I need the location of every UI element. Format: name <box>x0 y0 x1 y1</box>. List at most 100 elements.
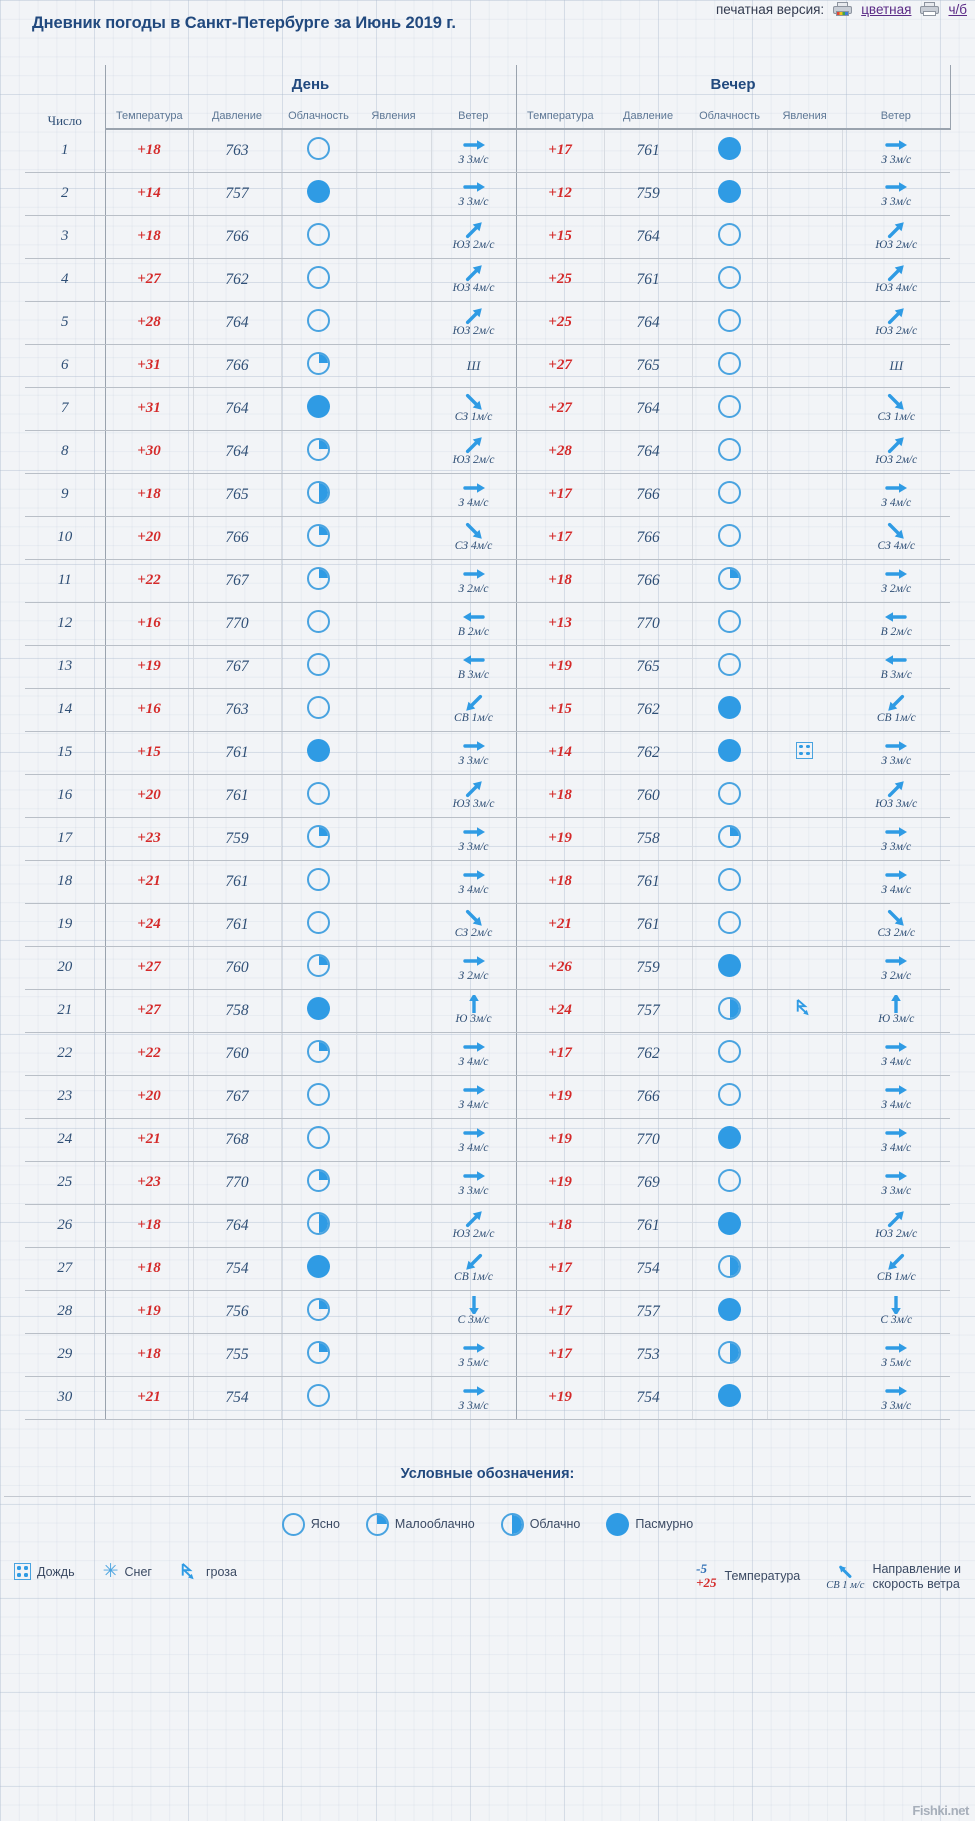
evening-cloud-clear-icon <box>718 523 742 547</box>
evening-temperature-cell: +17 <box>515 1333 605 1377</box>
wind-speed-label: ЮЗ 2м/с <box>452 454 495 467</box>
day-phenomena-cell <box>356 731 432 775</box>
day-phenomena-cell <box>356 817 432 861</box>
day-phenomena-cell <box>356 1247 432 1291</box>
day-temperature-cell: +21 <box>105 1118 194 1162</box>
day-temperature-cell: +27 <box>105 946 194 990</box>
evening-wind-cell: ЮЗ 2м/с <box>842 1204 951 1248</box>
evening-temperature-cell: +28 <box>515 430 605 474</box>
day-wind-cell: З 4м/с <box>431 1118 517 1162</box>
evening-cloudiness-cell <box>692 559 768 603</box>
day-cloudiness-cell <box>281 1032 357 1076</box>
day-cloudiness-cell <box>281 1290 357 1334</box>
print-color-link[interactable]: цветная <box>861 2 911 17</box>
day-phenomena-cell <box>356 172 432 216</box>
wind-speed-label: СВ 1м/с <box>876 1271 916 1284</box>
day-pressure-cell: 756 <box>193 1290 282 1334</box>
wind-speed-label: ЮЗ 4м/с <box>452 282 495 295</box>
wind-direction-arrow-icon <box>885 1128 908 1139</box>
day-cloud-clear-icon <box>307 695 330 719</box>
table-row: 25 +23 770 З 3м/с +19 769 З 3м/с <box>25 1161 951 1205</box>
table-row: 12 +16 770 В 2м/с +13 770 В 2м/с <box>25 602 951 646</box>
evening-pressure-cell: 753 <box>604 1333 693 1377</box>
evening-wind-cell: СВ 1м/с <box>842 1247 951 1291</box>
day-number-cell: 5 <box>25 301 106 345</box>
day-temperature-cell: +24 <box>105 903 194 947</box>
evening-phenomena-cell <box>767 989 843 1033</box>
evening-cloudiness-cell <box>692 344 768 388</box>
wind-direction-arrow-icon <box>888 695 905 712</box>
legend-symbols-row: Дождь ✳ Снег гроза -5 +25 Температура СВ… <box>4 1561 971 1593</box>
legend-item-overcast: Пасмурно <box>606 1512 693 1536</box>
evening-temperature-cell: +17 <box>515 516 605 560</box>
day-wind-cell: З 3м/с <box>431 129 517 173</box>
wind-direction-arrow-icon <box>885 569 908 580</box>
wind-cell-content: ЮЗ 2м/с <box>432 436 516 467</box>
wind-direction-arrow-icon <box>462 483 485 494</box>
wind-cell-content: СЗ 1м/с <box>432 393 516 424</box>
legend-label-snow: Снег <box>124 1564 152 1579</box>
day-number-cell: 4 <box>25 258 106 302</box>
evening-phenomena-cell <box>767 946 843 990</box>
evening-pressure-cell: 764 <box>604 301 693 345</box>
wind-cell-content: ЮЗ 2м/с <box>843 436 951 467</box>
evening-phenomena-cell <box>767 645 843 689</box>
wind-cell-content: СЗ 1м/с <box>843 393 951 424</box>
evening-pressure-cell: 766 <box>604 473 693 517</box>
print-bw-link[interactable]: ч/б <box>948 2 967 17</box>
wind-direction-arrow-icon <box>465 695 482 712</box>
wind-direction-arrow-icon <box>885 870 908 881</box>
day-wind-cell: З 4м/с <box>431 1032 517 1076</box>
evening-cloud-clear-icon <box>718 265 742 289</box>
evening-cloud-overcast-icon <box>718 1383 742 1407</box>
evening-phenomena-cell <box>767 559 843 603</box>
day-wind-cell: З 3м/с <box>431 172 517 216</box>
wind-cell-content: З 4м/с <box>432 1124 516 1155</box>
wind-cell-content: ЮЗ 2м/с <box>432 1210 516 1241</box>
evening-wind-cell: ЮЗ 2м/с <box>842 215 951 259</box>
day-number-cell: 2 <box>25 172 106 216</box>
day-number-cell: 24 <box>25 1118 106 1162</box>
wind-cell-content: З 3м/с <box>432 178 516 209</box>
wind-speed-label: В 2м/с <box>457 626 490 639</box>
day-phenomena-cell <box>356 1118 432 1162</box>
wind-speed-label: ЮЗ 3м/с <box>875 798 918 811</box>
day-temperature-cell: +31 <box>105 344 194 388</box>
wind-speed-label: ЮЗ 2м/с <box>452 1228 495 1241</box>
day-number-cell: 17 <box>25 817 106 861</box>
day-number-cell: 16 <box>25 774 106 818</box>
wind-cell-content: С 3м/с <box>432 1296 516 1327</box>
wind-direction-arrow-icon <box>462 1343 485 1354</box>
evening-temperature-cell: +13 <box>515 602 605 646</box>
evening-cloud-clear-icon <box>718 222 742 246</box>
day-cloudiness-cell <box>281 860 357 904</box>
day-cloudiness-cell <box>281 602 357 646</box>
day-cloud-partly-icon <box>307 566 330 590</box>
evening-temperature-cell: +24 <box>515 989 605 1033</box>
col-header-day-pressure: Давление <box>193 103 281 130</box>
day-cloud-overcast-icon <box>307 394 330 418</box>
evening-wind-cell: ЮЗ 4м/с <box>842 258 951 302</box>
day-temperature-cell: +27 <box>105 258 194 302</box>
wind-speed-label: З 3м/с <box>458 153 489 166</box>
evening-wind-cell: СВ 1м/с <box>842 688 951 732</box>
wind-direction-arrow-icon <box>462 741 485 752</box>
wind-cell-content: З 2м/с <box>843 565 951 596</box>
evening-temperature-cell: +27 <box>515 387 605 431</box>
table-row: 23 +20 767 З 4м/с +19 766 З 4м/с <box>25 1075 951 1119</box>
evening-phenomena-cell <box>767 903 843 947</box>
day-cloudiness-cell <box>281 1333 357 1377</box>
legend-cloud-clear-icon <box>281 1512 305 1536</box>
wind-speed-label: Ю 3м/с <box>455 1013 492 1026</box>
day-phenomena-cell <box>356 473 432 517</box>
wind-cell-content: С 3м/с <box>843 1296 951 1327</box>
evening-cloud-clear-icon <box>718 351 742 375</box>
wind-cell-content: ЮЗ 3м/с <box>432 780 516 811</box>
evening-temperature-cell: +21 <box>515 903 605 947</box>
evening-temperature-cell: +19 <box>515 645 605 689</box>
day-temperature-cell: +20 <box>105 774 194 818</box>
wind-cell-content: СВ 1м/с <box>843 1253 951 1284</box>
wind-speed-label: З 2м/с <box>458 970 489 983</box>
wind-speed-label: З 3м/с <box>458 1185 489 1198</box>
day-cloud-partly-icon <box>307 523 330 547</box>
